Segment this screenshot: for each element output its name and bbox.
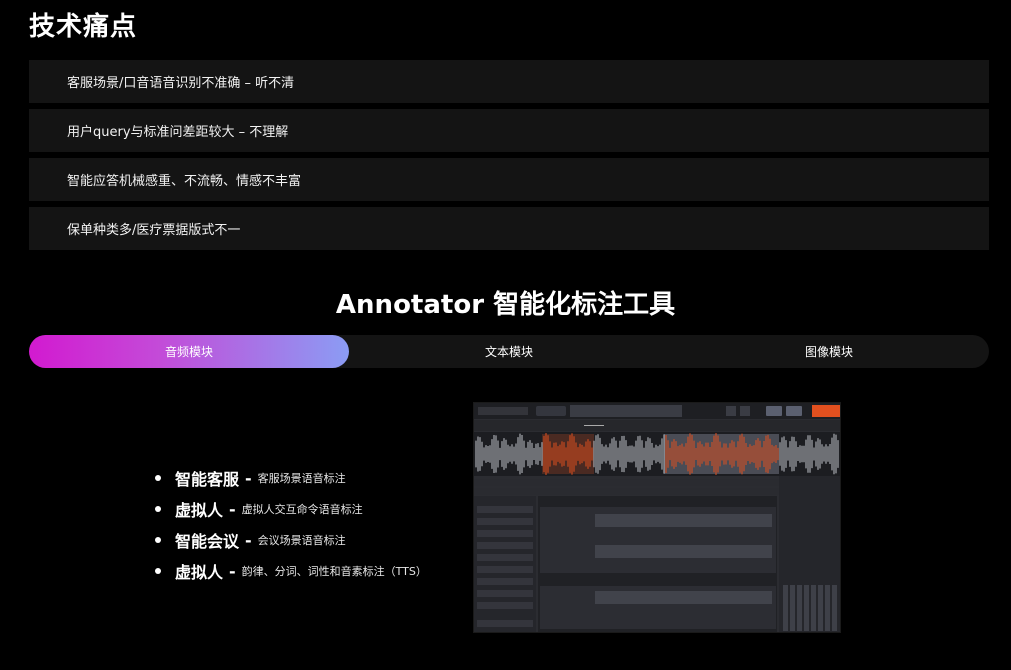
screenshot-button (766, 406, 782, 416)
feature-title: 智能会议 (175, 532, 240, 551)
pain-points-title: 技术痛点 (29, 12, 138, 42)
screenshot-toolbar (474, 420, 840, 431)
screenshot-list-item (477, 530, 533, 537)
feature-separator: - (245, 468, 252, 488)
screenshot-zoom-slider (584, 425, 604, 426)
pain-point-item: 客服场景/口音语音识别不准确 – 听不清 (29, 60, 989, 103)
screenshot-list-item (477, 554, 533, 561)
module-tabs: 音频模块 文本模块 图像模块 (29, 335, 989, 368)
feature-item: 智能客服 - 客服场景语音标注 (155, 466, 465, 490)
pain-point-text: 保单种类多/医疗票据版式不一 (67, 223, 241, 238)
feature-item: 虚拟人 - 韵律、分词、词性和音素标注（TTS） (155, 559, 465, 583)
screenshot-waveform (474, 432, 840, 476)
feature-separator: - (229, 499, 236, 519)
feature-description: 客服场景语音标注 (257, 472, 346, 485)
pain-point-text: 客服场景/口音语音识别不准确 – 听不清 (67, 76, 295, 91)
pain-point-item: 保单种类多/医疗票据版式不一 (29, 207, 989, 250)
feature-title: 虚拟人 (175, 501, 224, 520)
screenshot-list-item (477, 620, 533, 627)
screenshot-icon (726, 406, 736, 416)
screenshot-list-item (477, 542, 533, 549)
screenshot-left-panel (474, 496, 536, 632)
screenshot-list-item (477, 590, 533, 597)
screenshot-list-item (477, 578, 533, 585)
annotator-screenshot (473, 402, 841, 633)
waveform-svg (475, 433, 839, 475)
screenshot-info-box (570, 405, 682, 417)
screenshot-logo (478, 407, 528, 415)
feature-title: 智能客服 (175, 470, 240, 489)
screenshot-text-field (595, 545, 772, 558)
bullet-icon (155, 506, 161, 512)
tab-audio-module[interactable]: 音频模块 (29, 335, 349, 368)
bullet-icon (155, 537, 161, 543)
screenshot-list-item (477, 566, 533, 573)
pain-point-text: 智能应答机械感重、不流畅、情感不丰富 (67, 174, 302, 189)
screenshot-text-field (595, 591, 772, 604)
feature-title: 虚拟人 (175, 563, 224, 582)
tab-text-module[interactable]: 文本模块 (349, 335, 669, 368)
bullet-icon (155, 475, 161, 481)
screenshot-icon (740, 406, 750, 416)
pain-point-item: 用户query与标准问差距较大 – 不理解 (29, 109, 989, 152)
screenshot-list-item (477, 518, 533, 525)
screenshot-list-item (477, 602, 533, 609)
pain-point-item: 智能应答机械感重、不流畅、情感不丰富 (29, 158, 989, 201)
bullet-icon (155, 568, 161, 574)
pain-point-text: 用户query与标准问差距较大 – 不理解 (67, 125, 289, 140)
feature-item: 智能会议 - 会议场景语音标注 (155, 528, 465, 552)
screenshot-button (786, 406, 802, 416)
screenshot-keyboard-grid (783, 585, 839, 631)
screenshot-submit-button (812, 405, 840, 417)
screenshot-list-item (477, 506, 533, 513)
feature-separator: - (229, 561, 236, 581)
pain-points-list: 客服场景/口音语音识别不准确 – 听不清 用户query与标准问差距较大 – 不… (29, 60, 989, 256)
feature-description: 韵律、分词、词性和音素标注（TTS） (241, 565, 427, 578)
screenshot-text-field (595, 514, 772, 527)
feature-item: 虚拟人 - 虚拟人交互命令语音标注 (155, 497, 465, 521)
screenshot-button (536, 406, 566, 416)
annotator-title: Annotator 智能化标注工具 (335, 290, 676, 320)
feature-description: 会议场景语音标注 (257, 534, 346, 547)
feature-description: 虚拟人交互命令语音标注 (241, 503, 363, 516)
tab-image-module[interactable]: 图像模块 (669, 335, 989, 368)
feature-list: 智能客服 - 客服场景语音标注 虚拟人 - 虚拟人交互命令语音标注 智能会议 -… (155, 466, 465, 590)
feature-separator: - (245, 530, 252, 550)
